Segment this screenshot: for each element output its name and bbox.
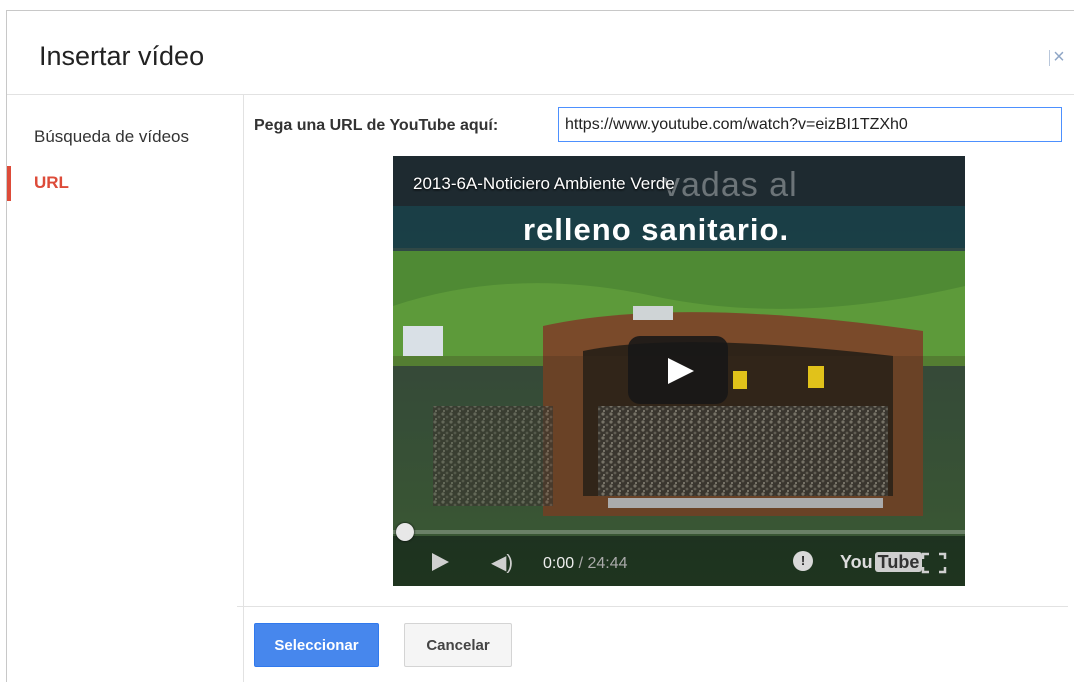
scrubber-handle[interactable] [396, 523, 414, 541]
video-overlay-caption: vadas al [663, 166, 798, 204]
youtube-logo-tube: Tube [874, 552, 923, 572]
duration: / 24:44 [578, 555, 628, 572]
fullscreen-icon[interactable] [921, 552, 947, 574]
video-title[interactable]: 2013-6A-Noticiero Ambiente Verde [413, 174, 675, 194]
video-preview-player[interactable]: vadas al 2013-6A-Noticiero Ambiente Verd… [393, 156, 965, 586]
video-banner-text: relleno sanitario. [523, 212, 790, 247]
sidebar-item-url[interactable]: URL [7, 161, 243, 205]
sidebar-item-label: URL [34, 173, 69, 192]
sidebar-item-video-search[interactable]: Búsqueda de vídeos [7, 115, 243, 159]
info-icon[interactable]: ! [793, 551, 813, 571]
youtube-url-input[interactable] [558, 107, 1062, 142]
volume-icon[interactable]: ◀) [491, 550, 513, 575]
url-field-label: Pega una URL de YouTube aquí: [254, 117, 499, 134]
play-icon[interactable] [429, 551, 451, 573]
close-button[interactable]: × [1045, 47, 1069, 71]
sidebar: Búsqueda de vídeos URL [7, 95, 244, 682]
youtube-logo[interactable]: You Tube [840, 552, 923, 573]
progress-bar[interactable] [393, 530, 965, 534]
footer-divider [237, 606, 1068, 607]
dialog-title: Insertar vídeo [39, 41, 205, 71]
current-time: 0:00 [543, 555, 575, 572]
sidebar-item-label: Búsqueda de vídeos [34, 127, 190, 146]
dialog-header: Insertar vídeo × [7, 11, 1074, 95]
close-icon[interactable]: × [1053, 46, 1065, 68]
divider [1049, 49, 1051, 66]
big-play-button[interactable] [628, 336, 728, 404]
select-button[interactable]: Seleccionar [254, 623, 379, 667]
time-display: 0:00 / 24:44 [543, 555, 628, 573]
cancel-button[interactable]: Cancelar [404, 623, 512, 667]
youtube-logo-you: You [840, 552, 873, 572]
